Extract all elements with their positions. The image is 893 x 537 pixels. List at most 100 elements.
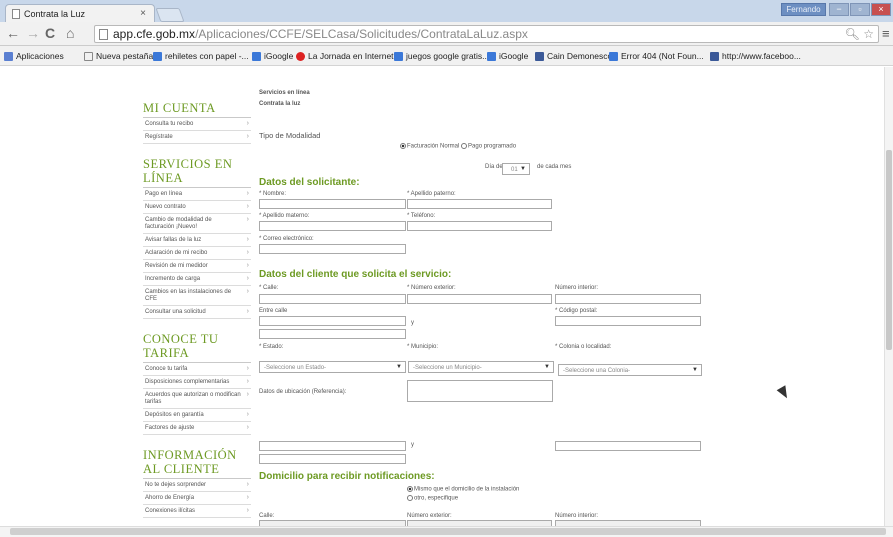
- numero-interior-input[interactable]: [555, 294, 701, 304]
- sidebar-item-conexiones[interactable]: Conexiones ilícitas: [143, 505, 251, 518]
- facebook-icon: [710, 51, 719, 61]
- page-favicon-icon: [12, 9, 20, 19]
- bookmark-juegos[interactable]: juegos google gratis...: [394, 51, 489, 61]
- numero-exterior-input[interactable]: [407, 294, 552, 304]
- dia-pago-select[interactable]: 01: [502, 163, 530, 175]
- calle-input[interactable]: [259, 294, 406, 304]
- sidebar-item-revision-medidor[interactable]: Revisión de mi medidor: [143, 260, 251, 273]
- sidebar-item-conoce-tarifa[interactable]: Conoce tu tarifa: [143, 363, 251, 376]
- bookmarks-bar: Aplicaciones Nueva pestaña rehiletes con…: [0, 46, 893, 66]
- sidebar-item-consultar-solicitud[interactable]: Consultar una solicitud: [143, 306, 251, 319]
- sidebar-item-no-sorprender[interactable]: No te dejes sorprender: [143, 479, 251, 492]
- sidebar-item-cambios-instalaciones[interactable]: Cambios en las instalaciones de CFE: [143, 286, 251, 306]
- nombre-input[interactable]: [259, 199, 406, 209]
- user-profile-button[interactable]: Fernando: [781, 3, 826, 16]
- google-icon: [252, 51, 261, 61]
- url-path: /Aplicaciones/CCFE/SELCasa/Solicitudes/C…: [195, 27, 528, 41]
- radio-otro-domicilio[interactable]: otro, especifique: [407, 495, 458, 502]
- horizontal-scrollbar-thumb[interactable]: [10, 528, 886, 535]
- sidebar-item-incremento-carga[interactable]: Incremento de carga: [143, 273, 251, 286]
- sidebar: MI CUENTA Consulta tu recibo Regístrate …: [143, 96, 251, 518]
- bookmark-star-icon[interactable]: 🔍︎ ☆: [845, 27, 874, 41]
- telefono-label: * Teléfono:: [407, 213, 436, 219]
- codigo-postal-input[interactable]: [555, 316, 701, 326]
- calle2-label: Calle:: [259, 513, 275, 519]
- browser-tab[interactable]: Contrata la Luz ×: [5, 4, 155, 22]
- apellido-materno-input[interactable]: [259, 221, 406, 231]
- entre-calle-input[interactable]: [259, 316, 406, 326]
- estado-select[interactable]: -Seleccione un Estado-: [259, 361, 406, 373]
- notif-y-label: y: [411, 442, 414, 448]
- bookmark-error-404[interactable]: Error 404 (Not Foun...: [609, 51, 704, 61]
- radio-selected-icon[interactable]: [400, 143, 406, 149]
- bookmark-nueva-pestana[interactable]: Nueva pestaña: [84, 51, 153, 61]
- reload-icon[interactable]: C: [45, 25, 55, 41]
- new-tab-button[interactable]: [155, 8, 185, 22]
- home-icon[interactable]: ⌂: [66, 25, 74, 41]
- page-info-icon[interactable]: [99, 29, 108, 40]
- bookmark-la-jornada[interactable]: La Jornada en Internet: [296, 51, 394, 61]
- numero-exterior-label: * Número exterior:: [407, 285, 456, 291]
- sidebar-item-nuevo-contrato[interactable]: Nuevo contrato: [143, 201, 251, 214]
- google-icon: [487, 51, 496, 61]
- tab-close-icon[interactable]: ×: [140, 8, 146, 19]
- radio-pago-programado[interactable]: [461, 143, 468, 149]
- bookmark-cain[interactable]: Cain Demonesco: [535, 51, 612, 61]
- municipio-select[interactable]: -Seleccione un Municipio-: [408, 361, 554, 373]
- sidebar-item-disposiciones[interactable]: Disposiciones complementarias: [143, 376, 251, 389]
- sidebar-item-pago-linea[interactable]: Pago en línea: [143, 188, 251, 201]
- apellido-paterno-input[interactable]: [407, 199, 552, 209]
- estado-label: * Estado:: [259, 344, 284, 350]
- sidebar-item-acuerdos[interactable]: Acuerdos que autorizan o modifican tarif…: [143, 389, 251, 409]
- radio-mismo-domicilio[interactable]: Mismo que el domicilio de la instalación: [407, 486, 519, 493]
- cada-mes-label: de cada mes: [537, 164, 572, 170]
- sidebar-heading-informacion: INFORMACIÓN AL CLIENTE: [143, 448, 251, 479]
- sidebar-item-cambio-modalidad[interactable]: Cambio de modalidad de facturación ¡Nuev…: [143, 214, 251, 234]
- sidebar-item-depositos[interactable]: Depósitos en garantía: [143, 409, 251, 422]
- close-window-button[interactable]: ×: [871, 3, 891, 16]
- colonia-select[interactable]: -Seleccione una Colonia-: [558, 364, 702, 376]
- bookmark-rehiletes[interactable]: rehiletes con papel -...: [153, 51, 249, 61]
- radio-unselected-icon[interactable]: [407, 495, 413, 501]
- bookmark-facebook[interactable]: http://www.faceboo...: [710, 51, 801, 61]
- address-bar[interactable]: app.cfe.gob.mx/Aplicaciones/CCFE/SELCasa…: [94, 25, 879, 43]
- sidebar-item-aclaracion[interactable]: Aclaración de mi recibo: [143, 247, 251, 260]
- notif-entre-calle-input[interactable]: [259, 441, 406, 451]
- bookmark-aplicaciones[interactable]: Aplicaciones: [4, 51, 64, 61]
- colonia-label: * Colonia o localidad:: [555, 344, 612, 350]
- notif-input-right[interactable]: [555, 441, 701, 451]
- ubicacion-textarea[interactable]: [407, 380, 553, 402]
- bookmark-igoogle[interactable]: iGoogle: [252, 51, 293, 61]
- sidebar-item-avisar-fallas[interactable]: Avisar fallas de la luz: [143, 234, 251, 247]
- minimize-button[interactable]: −: [829, 3, 849, 16]
- radio-selected-icon[interactable]: [407, 486, 413, 492]
- browser-toolbar: ← → C ⌂ app.cfe.gob.mx/Aplicaciones/CCFE…: [0, 22, 893, 46]
- url-host: app.cfe.gob.mx: [113, 27, 196, 41]
- la-jornada-icon: [296, 51, 305, 61]
- back-icon[interactable]: ←: [6, 25, 20, 41]
- notif-y-calle-input[interactable]: [259, 454, 406, 464]
- cliente-heading: Datos del cliente que solicita el servic…: [259, 269, 452, 280]
- browser-titlebar: Contrata la Luz × Fernando − ▫ ×: [0, 0, 893, 22]
- sidebar-item-registrate[interactable]: Regístrate: [143, 131, 251, 144]
- sidebar-item-consulta-recibo[interactable]: Consulta tu recibo: [143, 118, 251, 131]
- apellido-paterno-label: * Apellido paterno:: [407, 191, 456, 197]
- sidebar-item-factores[interactable]: Factores de ajuste: [143, 422, 251, 435]
- sidebar-heading-conoce-tarifa: CONOCE TU TARIFA: [143, 332, 251, 363]
- vertical-scrollbar-thumb[interactable]: [886, 150, 892, 350]
- forward-icon[interactable]: →: [26, 25, 40, 41]
- correo-input[interactable]: [259, 244, 406, 254]
- correo-label: * Correo electrónico:: [259, 236, 314, 242]
- radio-facturacion-normal[interactable]: Facturación Normal Pago programado: [400, 143, 516, 150]
- sidebar-item-ahorro[interactable]: Ahorro de Energía: [143, 492, 251, 505]
- y-calle-input[interactable]: [259, 329, 406, 339]
- numero-exterior2-label: Número exterior:: [407, 513, 452, 519]
- numero-interior-label: Número interior:: [555, 285, 599, 291]
- calle-label: * Calle:: [259, 285, 279, 291]
- telefono-input[interactable]: [407, 221, 552, 231]
- page-title: Contrata la luz: [259, 101, 301, 107]
- chrome-menu-icon[interactable]: ≡: [882, 26, 890, 41]
- google-icon: [153, 51, 162, 61]
- maximize-button[interactable]: ▫: [850, 3, 870, 16]
- bookmark-igoogle-2[interactable]: iGoogle: [487, 51, 528, 61]
